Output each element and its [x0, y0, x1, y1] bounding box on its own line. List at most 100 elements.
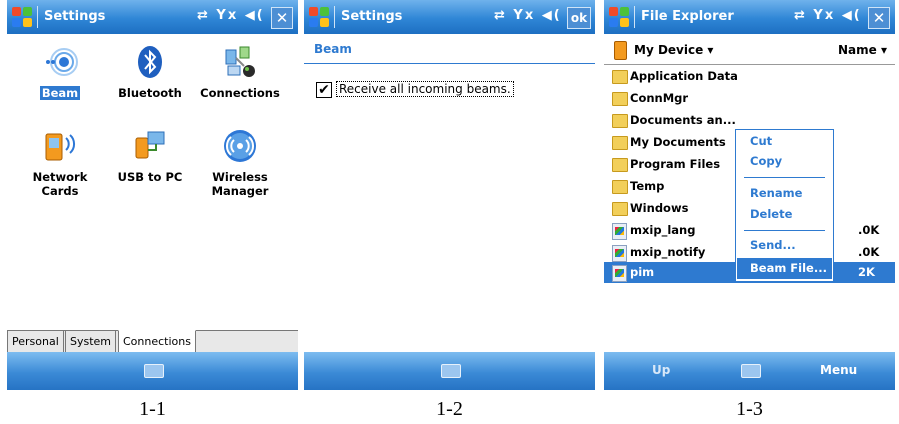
keyboard-icon[interactable]	[740, 364, 761, 378]
file-name: Windows	[630, 201, 689, 215]
file-icon	[612, 223, 627, 240]
menu-divider	[744, 230, 825, 231]
window-title: Settings	[341, 9, 403, 24]
title-bar: Settings ⇄ Yx ◀( ok	[304, 0, 595, 34]
menu-item-beam-file[interactable]: Beam File...	[737, 258, 832, 279]
file-name: ConnMgr	[630, 91, 689, 105]
status-icons[interactable]: ⇄ Yx ◀(	[197, 8, 265, 23]
folder-icon	[612, 92, 628, 106]
settings-item-label: Beam	[39, 86, 81, 100]
folder-icon	[612, 202, 628, 216]
close-button[interactable]: ✕	[271, 7, 293, 29]
chevron-down-icon: ▾	[707, 43, 714, 57]
tab-connections[interactable]: Connections	[118, 330, 196, 354]
network-cards-icon	[42, 128, 78, 164]
file-name: Application Data	[630, 69, 738, 83]
screen-file-explorer: File Explorer ⇄ Yx ◀( ✕ My Device ▾ Name…	[604, 0, 895, 390]
list-item[interactable]: ConnMgr	[604, 88, 895, 109]
bluetooth-icon	[132, 44, 168, 80]
settings-item-label: Network Cards	[32, 170, 88, 198]
wireless-manager-icon	[222, 128, 258, 164]
windows-start-icon[interactable]	[308, 6, 330, 28]
settings-item-beam[interactable]: Beam	[15, 44, 105, 100]
settings-item-network-cards[interactable]: Network Cards	[15, 128, 105, 198]
title-bar: Settings ⇄ Yx ◀( ✕	[7, 0, 298, 34]
usb-to-pc-icon	[132, 128, 168, 164]
section-header: Beam	[314, 42, 352, 56]
settings-item-label: Connections	[200, 86, 280, 100]
menu-item-copy[interactable]: Copy	[750, 154, 782, 168]
settings-item-usb-to-pc[interactable]: USB to PC	[105, 128, 195, 184]
folder-icon	[612, 180, 628, 194]
file-name: mxip_notify	[630, 245, 706, 259]
keyboard-icon[interactable]	[440, 364, 461, 378]
softkey-up[interactable]: Up	[652, 363, 670, 377]
window-title: Settings	[44, 9, 106, 24]
location-label: My Device	[634, 43, 704, 57]
connections-icon	[222, 44, 258, 80]
screen-settings-connections: Settings ⇄ Yx ◀( ✕ Beam Bluetooth Connec…	[7, 0, 298, 390]
soft-key-bar: Up Menu	[604, 352, 895, 390]
menu-item-delete[interactable]: Delete	[750, 207, 792, 221]
menu-divider	[744, 177, 825, 178]
settings-item-label: Bluetooth	[118, 86, 182, 100]
softkey-menu[interactable]: Menu	[820, 363, 857, 377]
settings-tab-strip: Personal System Connections	[7, 330, 298, 354]
location-dropdown[interactable]: My Device ▾	[634, 43, 713, 57]
windows-start-icon[interactable]	[11, 6, 33, 28]
close-button[interactable]: ✕	[868, 7, 890, 29]
menu-item-rename[interactable]: Rename	[750, 186, 802, 200]
file-size: .0K	[858, 245, 880, 259]
settings-item-bluetooth[interactable]: Bluetooth	[105, 44, 195, 100]
list-item[interactable]: Application Data	[604, 66, 895, 87]
file-name: Documents an...	[630, 113, 736, 127]
header-divider	[304, 63, 595, 64]
window-title: File Explorer	[641, 9, 734, 24]
keyboard-icon[interactable]	[143, 364, 164, 378]
chevron-down-icon: ▾	[880, 43, 887, 57]
ok-button[interactable]: ok	[567, 7, 591, 29]
folder-icon	[612, 158, 628, 172]
sort-label: Name	[837, 43, 877, 57]
menu-item-send[interactable]: Send...	[750, 238, 796, 252]
file-name: Program Files	[630, 157, 721, 171]
folder-icon	[612, 136, 628, 150]
file-size: .0K	[858, 223, 880, 237]
beam-icon	[42, 44, 78, 80]
folder-icon	[612, 70, 628, 84]
soft-key-bar	[7, 352, 298, 390]
soft-key-bar	[304, 352, 595, 390]
status-icons[interactable]: ⇄ Yx ◀(	[494, 8, 562, 23]
windows-start-icon[interactable]	[608, 6, 630, 28]
title-bar: File Explorer ⇄ Yx ◀( ✕	[604, 0, 895, 34]
tab-personal[interactable]: Personal	[7, 330, 64, 353]
file-size: 2K	[858, 265, 875, 279]
file-name: My Documents	[630, 135, 726, 149]
sort-dropdown[interactable]: Name ▾	[838, 43, 887, 57]
status-icons[interactable]: ⇄ Yx ◀(	[794, 8, 862, 23]
receive-beams-label[interactable]: Receive all incoming beams.	[336, 81, 514, 97]
file-icon	[612, 245, 627, 262]
file-name: pim	[630, 265, 655, 279]
figure-caption: 1-1	[139, 398, 166, 420]
menu-item-cut[interactable]: Cut	[750, 134, 772, 148]
screen-beam-settings: Settings ⇄ Yx ◀( ok Beam ✔ Receive all i…	[304, 0, 595, 390]
receive-beams-checkbox[interactable]: ✔	[316, 82, 332, 98]
figure-caption: 1-2	[436, 398, 463, 420]
title-separator	[334, 6, 335, 28]
figure-caption: 1-3	[736, 398, 763, 420]
tab-system[interactable]: System	[65, 330, 117, 353]
context-menu: Cut Copy Rename Delete Send... Beam File…	[735, 129, 834, 282]
settings-item-label: Wireless Manager	[211, 170, 269, 198]
file-icon	[612, 265, 627, 282]
settings-item-wireless-manager[interactable]: Wireless Manager	[195, 128, 285, 198]
file-name: mxip_lang	[630, 223, 696, 237]
file-name: Temp	[630, 179, 665, 193]
title-separator	[634, 6, 635, 28]
folder-icon	[612, 114, 628, 128]
settings-item-connections[interactable]: Connections	[195, 44, 285, 100]
title-separator	[37, 6, 38, 28]
settings-item-label: USB to PC	[117, 170, 183, 184]
device-icon	[614, 41, 627, 60]
list-item[interactable]: Documents an...	[604, 110, 895, 131]
